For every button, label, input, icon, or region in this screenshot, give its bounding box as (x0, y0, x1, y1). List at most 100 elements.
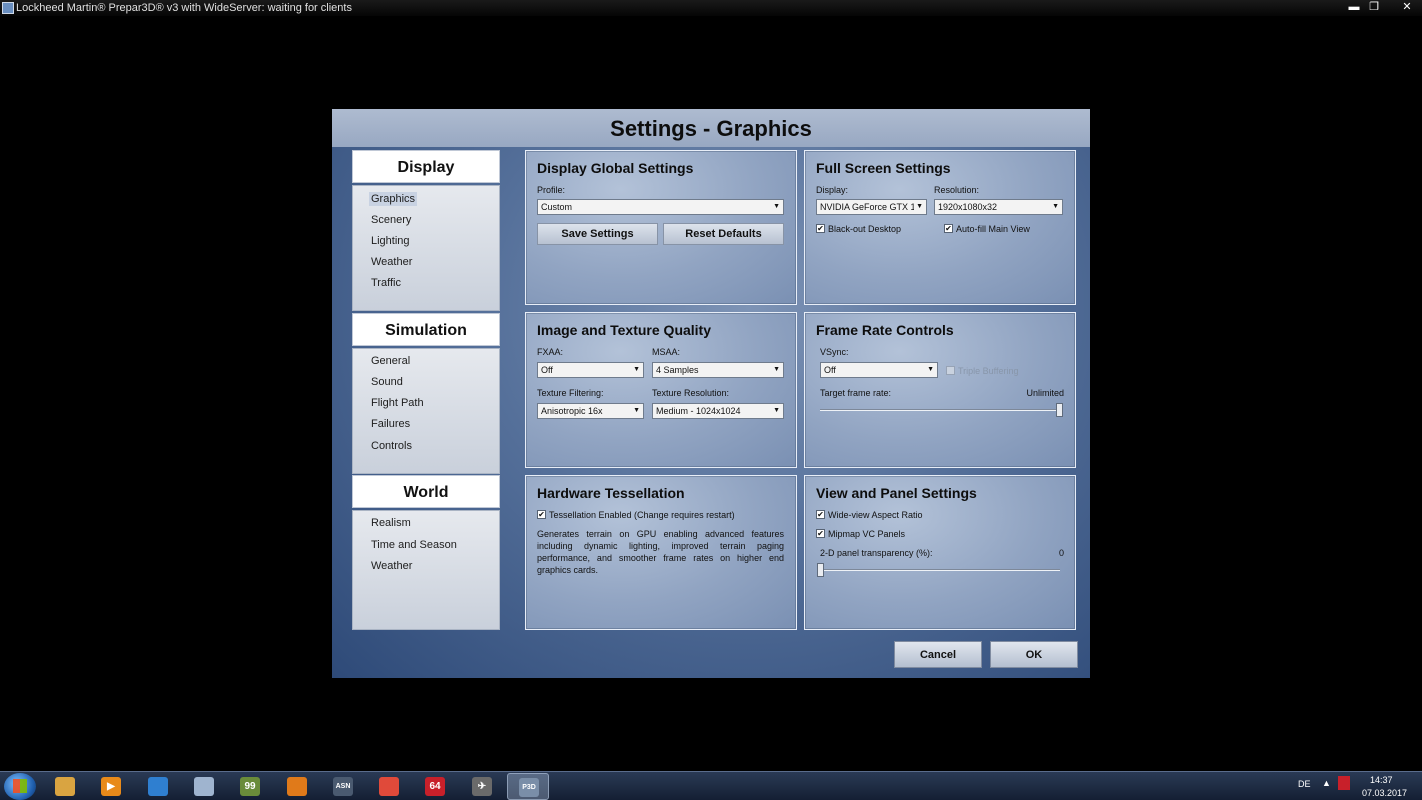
nav-heading-display[interactable]: Display (352, 150, 500, 183)
msaa-value: 4 Samples (656, 365, 699, 375)
autofill-checkbox[interactable]: ✔ (944, 224, 953, 233)
texture-resolution-value: Medium - 1024x1024 (656, 406, 741, 416)
start-button[interactable] (4, 773, 36, 800)
reset-defaults-button[interactable]: Reset Defaults (663, 223, 784, 245)
chevron-down-icon: ▼ (633, 407, 640, 414)
taskbar-item[interactable]: 99 (229, 773, 271, 800)
nav-item-general[interactable]: General (371, 354, 410, 368)
fxaa-dropdown[interactable]: Off ▼ (537, 362, 644, 378)
antivirus-icon[interactable] (1338, 776, 1350, 790)
nav-item-time-and-season[interactable]: Time and Season (371, 538, 457, 552)
profile-value: Custom (541, 202, 573, 212)
texture-resolution-label: Texture Resolution: (652, 388, 730, 398)
taskbar-item[interactable]: ✈ (461, 773, 503, 800)
maximize-icon[interactable]: ❐ (1364, 0, 1384, 16)
panel-frame-rate: Frame Rate Controls VSync: Off ▼ Triple … (804, 312, 1076, 468)
nav-item-world-weather[interactable]: Weather (371, 559, 412, 573)
taskbar-item[interactable]: P3D (507, 773, 549, 800)
texture-filtering-dropdown[interactable]: Anisotropic 16x ▼ (537, 403, 644, 419)
target-frame-rate-slider[interactable] (820, 409, 1063, 411)
panel-title: View and Panel Settings (816, 485, 977, 501)
chevron-down-icon: ▼ (916, 203, 923, 210)
nav-item-failures[interactable]: Failures (371, 417, 410, 431)
chrome-icon (379, 777, 399, 796)
fxaa-label: FXAA: (537, 347, 564, 357)
msaa-dropdown[interactable]: 4 Samples ▼ (652, 362, 784, 378)
nav-item-weather[interactable]: Weather (371, 255, 412, 269)
panel-title: Frame Rate Controls (816, 322, 954, 338)
nav-list-display: Graphics Scenery Lighting Weather Traffi… (352, 185, 500, 311)
transparency-slider[interactable] (820, 569, 1060, 571)
triple-buffering-label: Triple Buffering (958, 366, 1019, 376)
taskbar-item[interactable] (137, 773, 179, 800)
mipmap-checkbox[interactable]: ✔ (816, 529, 825, 538)
nav-heading-world[interactable]: World (352, 475, 500, 508)
dialog-header: Settings - Graphics (332, 109, 1090, 147)
vsync-dropdown[interactable]: Off ▼ (820, 362, 938, 378)
ok-button[interactable]: OK (990, 641, 1078, 668)
transparency-slider-thumb[interactable] (817, 563, 824, 577)
nav-item-controls[interactable]: Controls (371, 439, 412, 453)
nav-list-world: Realism Time and Season Weather (352, 510, 500, 630)
p3d-icon: P3D (519, 778, 539, 797)
taskbar-item[interactable] (368, 773, 410, 800)
resolution-dropdown[interactable]: 1920x1080x32 ▼ (934, 199, 1063, 215)
tessellation-checkbox[interactable]: ✔ (537, 510, 546, 519)
panel-title: Display Global Settings (537, 160, 694, 176)
nav-item-traffic[interactable]: Traffic (371, 276, 401, 290)
panel-title: Hardware Tessellation (537, 485, 685, 501)
target-frame-rate-slider-thumb[interactable] (1056, 403, 1063, 417)
cancel-button[interactable]: Cancel (894, 641, 982, 668)
target-frame-rate-value: Unlimited (1026, 388, 1064, 398)
clock-time[interactable]: 14:37 (1370, 775, 1393, 785)
blackout-checkbox[interactable]: ✔ (816, 224, 825, 233)
taskbar-item[interactable]: ASN (322, 773, 364, 800)
fxaa-value: Off (541, 365, 553, 375)
tessellation-description: Generates terrain on GPU enabling advanc… (537, 529, 784, 575)
close-icon[interactable]: ✕ (1394, 0, 1420, 16)
transparency-value: 0 (1058, 548, 1064, 558)
taskbar-item[interactable] (44, 773, 86, 800)
nav-item-sound[interactable]: Sound (371, 375, 403, 389)
nav-item-lighting[interactable]: Lighting (371, 234, 410, 248)
chevron-down-icon: ▼ (633, 366, 640, 373)
tessellation-label: Tessellation Enabled (Change requires re… (549, 510, 735, 520)
taskbar-item[interactable] (276, 773, 318, 800)
nav-heading-simulation[interactable]: Simulation (352, 313, 500, 346)
window-title: Lockheed Martin® Prepar3D® v3 with WideS… (16, 2, 352, 14)
wideview-checkbox[interactable]: ✔ (816, 510, 825, 519)
transparency-label: 2-D panel transparency (%): (820, 548, 933, 558)
nav-item-realism[interactable]: Realism (371, 516, 411, 530)
display-label: Display: (816, 185, 849, 195)
aida64-icon: 64 (425, 777, 445, 796)
chevron-down-icon: ▼ (1052, 203, 1059, 210)
panel-display-global: Display Global Settings Profile: Custom … (525, 150, 797, 305)
nav-section-display: Display Graphics Scenery Lighting Weathe… (352, 150, 500, 311)
nav-item-flight-path[interactable]: Flight Path (371, 396, 424, 410)
taskbar-item[interactable]: ▶ (90, 773, 132, 800)
radar-icon (287, 777, 307, 796)
blackout-label: Black-out Desktop (828, 224, 902, 234)
resolution-value: 1920x1080x32 (938, 202, 998, 212)
panel-view-panel: View and Panel Settings ✔ Wide-view Aspe… (804, 475, 1076, 630)
profile-label: Profile: (537, 185, 566, 195)
display-dropdown[interactable]: NVIDIA GeForce GTX 10 ▼ (816, 199, 927, 215)
minimize-icon[interactable]: ▬ (1344, 0, 1364, 16)
vsync-value: Off (824, 365, 836, 375)
settings-dialog: Settings - Graphics Display Graphics Sce… (332, 109, 1090, 678)
triple-buffering-checkbox[interactable] (946, 366, 955, 375)
display-value: NVIDIA GeForce GTX 10 (820, 202, 914, 212)
clock-date[interactable]: 07.03.2017 (1362, 788, 1407, 798)
nav-item-graphics[interactable]: Graphics (369, 192, 418, 206)
save-settings-button[interactable]: Save Settings (537, 223, 658, 245)
nav-item-scenery[interactable]: Scenery (371, 213, 411, 227)
language-indicator[interactable]: DE (1298, 779, 1311, 789)
taskbar-item[interactable] (183, 773, 225, 800)
texture-resolution-dropdown[interactable]: Medium - 1024x1024 ▼ (652, 403, 784, 419)
show-hidden-icons[interactable]: ▲ (1322, 778, 1331, 788)
taskbar: ▶ 99 ASN 64 ✈ P3D DE ▲ 14:37 07.03.2017 (0, 771, 1422, 800)
taskbar-item[interactable]: 64 (414, 773, 456, 800)
fsuipc-icon: 99 (240, 777, 260, 796)
profile-dropdown[interactable]: Custom ▼ (537, 199, 784, 215)
nav-section-world: World Realism Time and Season Weather (352, 475, 500, 630)
